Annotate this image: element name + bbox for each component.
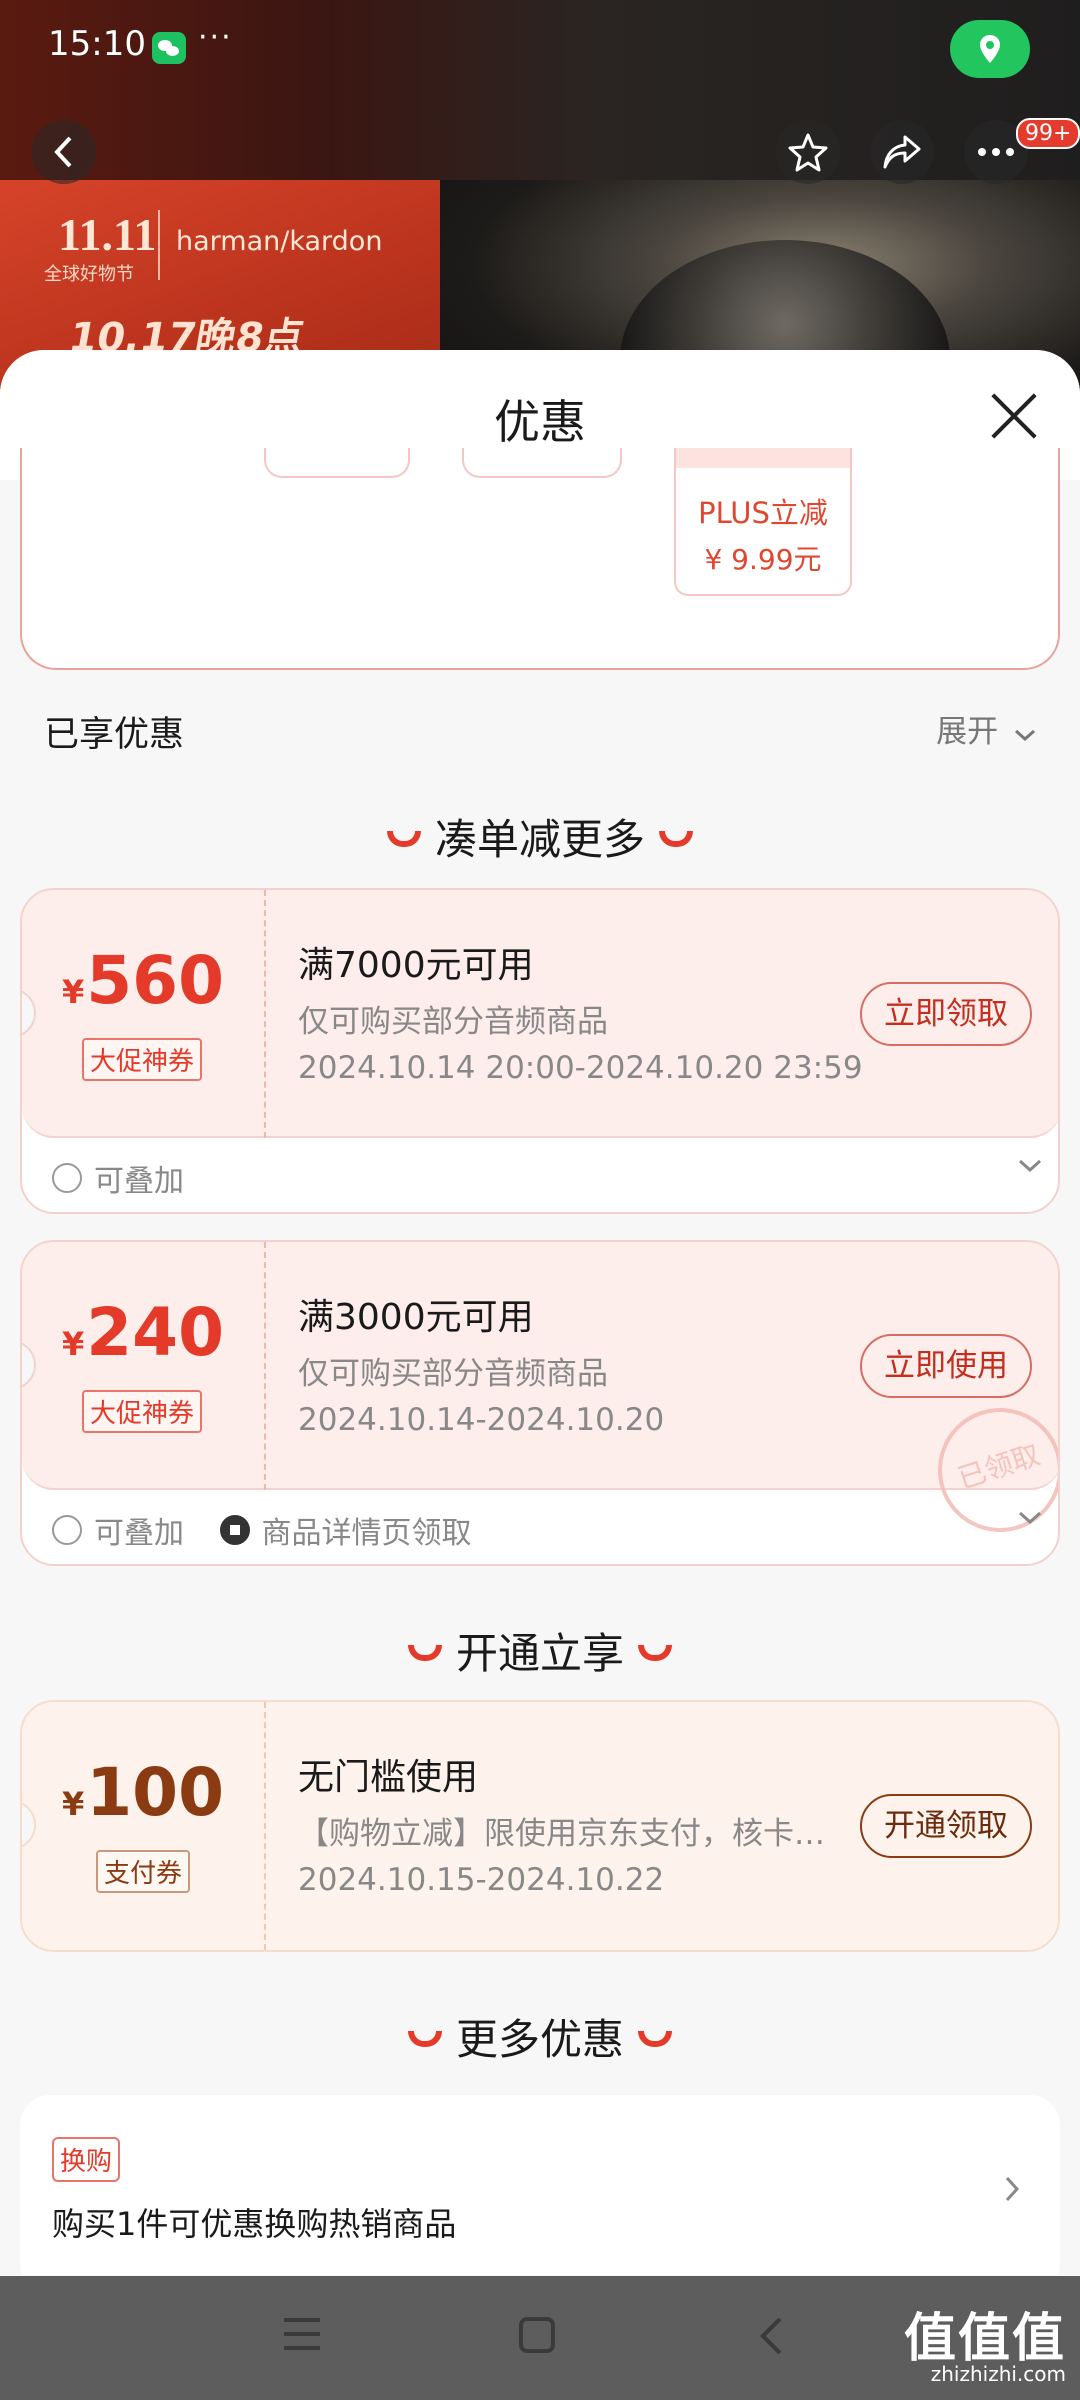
enjoyed-offers-row: 已享优惠 展开 xyxy=(44,706,1036,756)
chevron-down-icon xyxy=(1018,1159,1042,1173)
coupon-desc: 仅可购买部分音频商品 xyxy=(298,1356,608,1392)
coupon-title: 无门槛使用 xyxy=(298,1757,479,1798)
notification-badge: 99+ xyxy=(1016,118,1080,149)
stack-icon xyxy=(52,1515,82,1545)
claim-source-label: 商品详情页领取 xyxy=(261,1516,472,1551)
coupon-footer[interactable]: 可叠加 xyxy=(52,1156,1042,1200)
swap-offer-text: 购买1件可优惠换购热销商品 xyxy=(52,2205,457,2243)
coupon-card: ¥100 支付券 无门槛使用 【购物立减】限使用京东支付，核卡… 2024.10… xyxy=(20,1700,1060,1952)
enjoyed-offers-label: 已享优惠 xyxy=(44,715,185,755)
activate-claim-button[interactable]: 开通领取 xyxy=(860,1794,1032,1858)
section-membership-title: 开通立享 xyxy=(0,1620,1080,1681)
watermark-logo: 值值值 xyxy=(903,2309,1066,2369)
coupon-date: 2024.10.15-2024.10.22 xyxy=(298,1862,665,1898)
stack-icon xyxy=(52,1163,82,1193)
section-more-title: 更多优惠 xyxy=(0,2006,1080,2067)
chevron-down-icon xyxy=(1015,729,1035,742)
event-logo: 11.11 xyxy=(58,209,157,260)
menu-icon[interactable] xyxy=(282,2316,322,2352)
coupon-date: 2024.10.14 20:00-2024.10.20 23:59 xyxy=(298,1050,863,1086)
coupon-tag: 大促神券 xyxy=(82,1390,203,1433)
claim-coupon-button[interactable]: 立即领取 xyxy=(860,982,1032,1046)
share-icon xyxy=(883,135,921,169)
coupon-tag: 支付券 xyxy=(96,1850,191,1893)
watermark-url: zhizhizhi.com xyxy=(930,2362,1066,2386)
price-breakdown-card: PLUS立减 ¥ 9.99元 xyxy=(20,448,1060,670)
coupon-amount: ¥240 xyxy=(61,1294,225,1371)
location-button[interactable] xyxy=(950,20,1030,78)
system-nav-bar: 值值值 zhizhizhi.com xyxy=(0,2276,1080,2400)
coupon-title: 满7000元可用 xyxy=(298,945,534,986)
section-combine-title: 凑单减更多 xyxy=(0,806,1080,867)
plus-discount-label: PLUS立减 xyxy=(698,496,828,530)
status-time: 15:10 xyxy=(48,24,146,64)
favorite-button[interactable] xyxy=(776,120,840,184)
coupon-card: ¥240 大促神券 满3000元可用 仅可购买部分音频商品 2024.10.14… xyxy=(20,1240,1060,1566)
close-icon[interactable] xyxy=(988,390,1040,442)
stackable-label: 可叠加 xyxy=(94,1516,184,1551)
coupon-amount: ¥100 xyxy=(61,1754,225,1831)
status-more: ··· xyxy=(198,20,233,55)
expand-label: 展开 xyxy=(936,714,999,750)
coupon-tag: 大促神券 xyxy=(82,1038,203,1081)
stackable-label: 可叠加 xyxy=(94,1164,184,1199)
back-button[interactable] xyxy=(32,120,96,184)
more-icon xyxy=(978,148,1014,156)
coupon-card: ¥560 大促神券 满7000元可用 仅可购买部分音频商品 2024.10.14… xyxy=(20,888,1060,1214)
coupon-date: 2024.10.14-2024.10.20 xyxy=(298,1402,665,1438)
swap-offer-card[interactable]: 换购 购买1件可优惠换购热销商品 xyxy=(20,2095,1060,2275)
coupon-desc: 【购物立减】限使用京东支付，核卡… xyxy=(298,1816,825,1852)
plus-discount-price: ¥ 9.99元 xyxy=(704,543,822,576)
chevron-right-icon xyxy=(1005,2176,1020,2202)
wechat-icon xyxy=(152,32,186,64)
back-icon xyxy=(54,136,72,168)
coupon-desc: 仅可购买部分音频商品 xyxy=(298,1004,608,1040)
use-coupon-button[interactable]: 立即使用 xyxy=(860,1334,1032,1398)
back-icon[interactable] xyxy=(758,2316,784,2356)
ticket-icon xyxy=(219,1515,250,1545)
offers-sheet: 优惠 PLUS立减 ¥ 9.99元 已享优惠 展开 凑单减更多 ¥560 大促神… xyxy=(0,350,1080,2275)
sheet-title: 优惠 xyxy=(494,395,586,449)
coupon-title: 满3000元可用 xyxy=(298,1297,534,1338)
event-subtitle: 全球好物节 xyxy=(44,264,134,285)
swap-tag: 换购 xyxy=(52,2137,121,2182)
status-bar: 15:10 ··· xyxy=(0,0,1080,90)
brand-name: harman/kardon xyxy=(176,226,383,257)
share-button[interactable] xyxy=(870,120,934,184)
home-icon[interactable] xyxy=(518,2316,556,2354)
location-icon xyxy=(980,35,1000,63)
star-icon xyxy=(788,133,828,172)
chevron-down-icon xyxy=(1018,1511,1042,1525)
coupon-amount: ¥560 xyxy=(61,942,225,1019)
coupon-footer[interactable]: 可叠加 商品详情页领取 xyxy=(52,1508,1042,1552)
expand-button[interactable]: 展开 xyxy=(936,706,1036,751)
plus-discount-box: PLUS立减 ¥ 9.99元 xyxy=(674,448,852,596)
